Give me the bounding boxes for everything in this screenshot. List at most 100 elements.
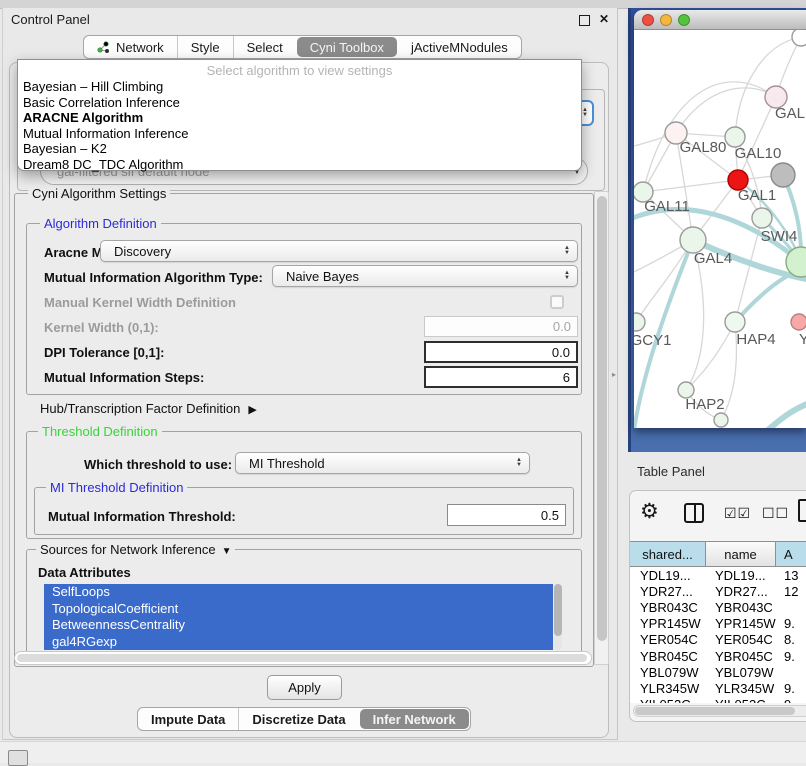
network-edge-highlighted[interactable] — [768, 402, 806, 428]
algorithm-option[interactable]: Basic Correlation Inference — [18, 95, 581, 111]
control-panel: Control Panel ✕ ▲▼ gal-filtered sif defa… — [2, 8, 618, 740]
settings-horizontal-scrollbar[interactable] — [14, 651, 592, 665]
table-cell: YDR27... — [630, 584, 706, 599]
bottom-tab-impute-data[interactable]: Impute Data — [138, 708, 238, 730]
table-column-header[interactable]: name — [706, 541, 776, 567]
algorithm-dropdown-popup: Select algorithm to view settings Bayesi… — [17, 59, 582, 171]
tab-label: Style — [191, 40, 220, 55]
scrollbar-thumb[interactable] — [635, 707, 795, 715]
manual-kernel-checkbox[interactable] — [550, 295, 564, 309]
aracne-mode-combo[interactable]: Discovery ▲▼ — [100, 240, 578, 262]
network-node[interactable] — [752, 208, 772, 228]
network-node[interactable] — [791, 314, 806, 330]
hub-section-toggle[interactable]: Hub/Transcription Factor Definition▶ — [40, 401, 257, 416]
close-icon[interactable]: ✕ — [599, 12, 609, 26]
apply-button-label: Apply — [288, 680, 321, 695]
columns-icon[interactable] — [684, 503, 704, 523]
network-node[interactable] — [725, 312, 745, 332]
algorithm-option[interactable]: Bayesian – Hill Climbing — [18, 79, 581, 95]
mi-algorithm-type-combo[interactable]: Naive Bayes ▲▼ — [272, 265, 578, 287]
attribute-item[interactable]: TopologicalCoefficient — [44, 601, 553, 618]
table-row[interactable]: YBR043CYBR043C — [630, 599, 806, 615]
sources-toggle[interactable]: Sources for Network Inference▼ — [36, 542, 235, 557]
table-cell: YPR145W — [706, 616, 776, 631]
bottom-tab-discretize-data[interactable]: Discretize Data — [238, 708, 358, 730]
table-row[interactable]: YPR145WYPR145W9. — [630, 616, 806, 632]
network-window-titlebar[interactable] — [634, 10, 806, 30]
tab-select[interactable]: Select — [233, 36, 296, 58]
gear-icon[interactable]: ⚙ — [640, 499, 659, 524]
table-cell: 8. — [776, 632, 806, 647]
mi-steps-field[interactable]: 6 — [424, 366, 578, 388]
network-node[interactable] — [634, 313, 645, 331]
screen: { "control_panel": { "title": "Control P… — [0, 0, 806, 762]
network-edge[interactable] — [686, 322, 735, 390]
network-node-label: HAP2 — [685, 396, 724, 413]
table-row[interactable]: YBR045CYBR045C9. — [630, 648, 806, 664]
apply-button[interactable]: Apply — [267, 675, 342, 700]
algorithm-option[interactable]: ARACNE Algorithm — [18, 110, 581, 126]
table-row[interactable]: YIL052CYIL052C9. — [630, 697, 806, 704]
algorithm-option[interactable]: Bayesian – K2 — [18, 141, 581, 157]
algorithm-option[interactable]: Mutual Information Inference — [18, 126, 581, 142]
attributes-scrollbar[interactable] — [554, 584, 562, 650]
minimized-panel-icon[interactable] — [8, 750, 28, 766]
table-cell: 12 — [776, 584, 806, 599]
network-edge[interactable] — [636, 240, 693, 322]
split-pane-handle-icon[interactable]: ▸ — [612, 370, 616, 379]
network-node-label: GAL10 — [735, 145, 782, 162]
mi-threshold-field[interactable]: 0.5 — [447, 504, 566, 526]
attribute-item[interactable]: SelfLoops — [44, 584, 553, 601]
dpi-tolerance-label: DPI Tolerance [0,1]: — [44, 345, 164, 360]
network-graph[interactable]: GALGAL80GAL10GAL1GAL11GAL4SWI4GCY1HAP4YH… — [634, 30, 806, 428]
network-canvas[interactable]: GALGAL80GAL10GAL1GAL11GAL4SWI4GCY1HAP4YH… — [634, 30, 806, 428]
table-header-row: shared...nameA — [630, 541, 806, 567]
table-row[interactable]: YER054CYER054C8. — [630, 632, 806, 648]
table-column-header[interactable]: shared... — [630, 541, 706, 567]
page-icon[interactable] — [798, 499, 806, 522]
network-edge[interactable] — [676, 88, 776, 133]
which-threshold-combo[interactable]: MI Threshold ▲▼ — [235, 452, 530, 474]
network-node[interactable] — [714, 413, 728, 427]
network-edge[interactable] — [735, 37, 801, 137]
tab-jactivemnodules[interactable]: jActiveMNodules — [398, 36, 521, 58]
table-cell: YBR045C — [630, 649, 706, 664]
table-row[interactable]: YDR27...YDR27...12 — [630, 583, 806, 599]
close-traffic-light-icon[interactable] — [642, 14, 654, 26]
scrollbar-thumb[interactable] — [597, 196, 607, 641]
table-panel: ⚙ ☑☑ ☐☐ shared...nameA YDL19...YDL19...1… — [629, 490, 806, 722]
zoom-traffic-light-icon[interactable] — [678, 14, 690, 26]
attribute-item[interactable]: BetweennessCentrality — [44, 617, 553, 634]
dpi-tolerance-field[interactable]: 0.0 — [424, 341, 578, 363]
attribute-item[interactable]: gal4RGexp — [44, 634, 553, 651]
select-all-icon[interactable]: ☑☑ — [724, 505, 751, 522]
table-cell: 9. — [776, 616, 806, 631]
network-edge[interactable] — [643, 180, 738, 192]
tab-style[interactable]: Style — [177, 36, 233, 58]
table-horizontal-scrollbar[interactable] — [633, 705, 806, 717]
expanded-arrow-icon: ▼ — [222, 546, 232, 557]
network-node[interactable] — [792, 30, 806, 46]
table-row[interactable]: YDL19...YDL19...13 — [630, 567, 806, 583]
tab-cyni-toolbox[interactable]: Cyni Toolbox — [297, 37, 397, 57]
network-view-window[interactable]: GALGAL80GAL10GAL1GAL11GAL4SWI4GCY1HAP4YH… — [634, 10, 806, 428]
bottom-tab-infer-network[interactable]: Infer Network — [360, 709, 469, 729]
kernel-width-field[interactable]: 0.0 — [424, 316, 578, 337]
data-attributes-list[interactable]: SelfLoopsTopologicalCoefficientBetweenne… — [44, 584, 553, 650]
scrollbar-thumb[interactable] — [17, 654, 587, 662]
table-row[interactable]: YBL079WYBL079W — [630, 664, 806, 680]
scrollbar-thumb[interactable] — [554, 584, 562, 636]
algorithm-option[interactable]: Dream8 DC_TDC Algorithm — [18, 157, 581, 173]
network-node-label: HAP4 — [736, 331, 775, 348]
float-window-icon[interactable] — [579, 15, 590, 26]
minimize-traffic-light-icon[interactable] — [660, 14, 672, 26]
deselect-all-icon[interactable]: ☐☐ — [762, 505, 789, 522]
table-cell: 9. — [776, 649, 806, 664]
network-node[interactable] — [771, 163, 795, 187]
settings-scrollbar[interactable] — [594, 191, 609, 665]
tab-network[interactable]: Network — [84, 36, 177, 58]
dpi-tolerance-value: 0.0 — [552, 345, 570, 360]
table-column-header[interactable]: A — [776, 541, 806, 567]
table-row[interactable]: YLR345WYLR345W9. — [630, 680, 806, 696]
network-node[interactable] — [725, 127, 745, 147]
